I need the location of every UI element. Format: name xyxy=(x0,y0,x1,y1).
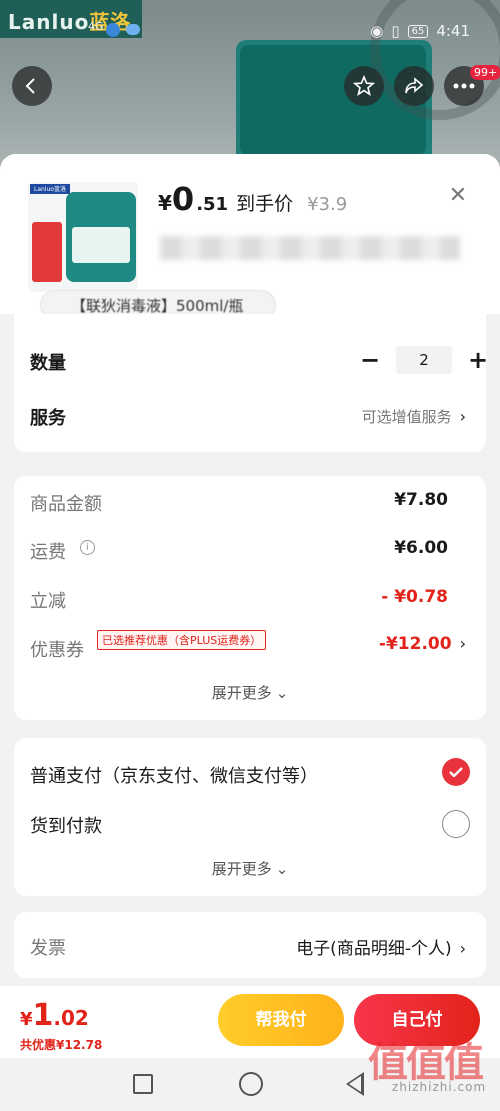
invoice-value: 电子(商品明细-个人) xyxy=(296,939,452,959)
shipping-value: ¥6.00 xyxy=(394,538,448,558)
chevron-down-icon: ⌄ xyxy=(275,860,289,878)
quantity-input[interactable]: 2 xyxy=(396,346,452,374)
shipping-label: 运费 xyxy=(30,542,66,563)
coupon-value: -¥12.00 xyxy=(378,634,452,654)
checkout-sheet: Lanluo蓝洛 ¥0 .51 到手价 ¥3.9 ✕ 【联狄消毒液】500ml/… xyxy=(0,154,500,1111)
chevron-down-icon: ⌄ xyxy=(275,684,289,702)
network-indicator: 4G xyxy=(88,20,104,33)
service-label: 服务 xyxy=(30,408,66,429)
close-button[interactable]: ✕ xyxy=(446,184,470,208)
instant-discount-label: 立减 xyxy=(30,591,66,612)
star-icon xyxy=(353,75,375,96)
quantity-plus-button[interactable]: + xyxy=(468,346,488,374)
product-thumbnail[interactable]: Lanluo蓝洛 xyxy=(28,182,138,292)
close-icon: ✕ xyxy=(448,183,468,208)
eye-icon: ◉ xyxy=(370,22,384,40)
status-time: 4:41 xyxy=(436,22,470,40)
instant-discount-value: - ¥0.78 xyxy=(381,587,448,607)
coupon-label: 优惠券 xyxy=(30,640,84,661)
spec-text: 【联狄消毒液】500ml/瓶 xyxy=(71,297,244,315)
thumb-promo-panel xyxy=(32,222,62,282)
invoice-label: 发票 xyxy=(30,938,66,959)
coupon-recommend-tag: 已选推荐优惠（含PLUS运费券） xyxy=(97,630,267,650)
share-button[interactable] xyxy=(394,66,434,106)
total-price: ¥ 1 .02 xyxy=(20,998,89,1033)
payment-method-card: 普通支付（京东支付、微信支付等） 货到付款 展开更多 ⌄ xyxy=(14,738,486,896)
chevron-right-icon: › xyxy=(459,939,466,958)
price-decimal: .51 xyxy=(196,194,229,215)
radio-unchecked-icon xyxy=(442,810,470,838)
invoice-card[interactable]: 发票 电子(商品明细-个人) › xyxy=(14,912,486,978)
price-tag: 到手价 xyxy=(236,193,294,215)
recents-icon[interactable] xyxy=(133,1074,153,1094)
chevron-left-icon xyxy=(25,78,35,94)
payment-cod-label: 货到付款 xyxy=(30,816,102,837)
original-price: ¥3.9 xyxy=(307,194,348,215)
blurred-product-name xyxy=(160,236,460,260)
coupon-selector[interactable]: -¥12.00 › xyxy=(379,634,466,654)
quantity-minus-button[interactable]: − xyxy=(360,346,380,374)
price-currency: ¥ xyxy=(158,191,172,215)
service-hint: 可选增值服务 xyxy=(361,408,452,426)
share-icon xyxy=(405,77,424,94)
vibrate-icon: ▯ xyxy=(391,22,400,40)
home-icon[interactable] xyxy=(239,1072,263,1096)
checkmark-icon xyxy=(449,767,463,777)
favorite-button[interactable] xyxy=(344,66,384,106)
quantity-label: 数量 xyxy=(30,353,66,374)
price-line: ¥0 .51 到手价 ¥3.9 xyxy=(158,180,347,218)
sheet-header: Lanluo蓝洛 ¥0 .51 到手价 ¥3.9 ✕ 【联狄消毒液】500ml/… xyxy=(0,154,500,320)
invoice-selector[interactable]: 电子(商品明细-个人) › xyxy=(296,934,466,959)
total-currency: ¥ xyxy=(20,1009,33,1030)
fee-summary-card: 商品金额 ¥7.80 运费 i ¥6.00 立减 - ¥0.78 优惠券 已选推… xyxy=(14,476,486,720)
site-watermark-url: zhizhizhi.com xyxy=(392,1080,487,1094)
price-integer: 0 xyxy=(171,180,195,218)
site-watermark: 值值值 zhizhizhi.com xyxy=(360,1010,500,1100)
message-count-badge: 99+ xyxy=(470,65,500,80)
payment-option-normal[interactable]: 普通支付（京东支付、微信支付等） xyxy=(14,738,486,802)
chevron-right-icon: › xyxy=(459,407,466,426)
payment-option-cod[interactable]: 货到付款 xyxy=(14,802,486,854)
fees-expand-more[interactable]: 展开更多 ⌄ xyxy=(14,682,486,703)
payment-normal-label: 普通支付（京东支付、微信支付等） xyxy=(30,766,318,787)
status-right: ◉ ▯ 65 4:41 xyxy=(370,22,470,40)
more-dots-icon xyxy=(453,83,475,89)
goods-amount-value: ¥7.80 xyxy=(394,490,448,510)
cloud-icon xyxy=(126,24,140,35)
quantity-stepper: − 2 + xyxy=(360,346,488,374)
info-icon[interactable]: i xyxy=(80,540,95,555)
thumb-label xyxy=(72,227,130,263)
total-decimal: .02 xyxy=(53,1006,89,1030)
payment-expand-more[interactable]: 展开更多 ⌄ xyxy=(14,858,486,879)
total-integer: 1 xyxy=(32,998,54,1033)
chevron-right-icon: › xyxy=(459,634,466,653)
status-bar: 4G ◉ ▯ 65 4:41 xyxy=(0,18,500,46)
back-button[interactable] xyxy=(12,66,52,106)
service-selector[interactable]: 可选增值服务 › xyxy=(362,406,466,427)
help-me-pay-button[interactable]: 帮我付 xyxy=(218,994,344,1046)
thumb-brand: Lanluo蓝洛 xyxy=(30,184,70,194)
total-savings: 共优惠¥12.78 xyxy=(20,1038,103,1052)
quantity-service-card: 数量 − 2 + 服务 可选增值服务 › xyxy=(14,314,488,452)
radio-checked-icon xyxy=(442,758,470,786)
goods-amount-label: 商品金额 xyxy=(30,494,102,515)
app-notification-icon xyxy=(106,23,120,37)
battery-icon: 65 xyxy=(407,24,429,38)
